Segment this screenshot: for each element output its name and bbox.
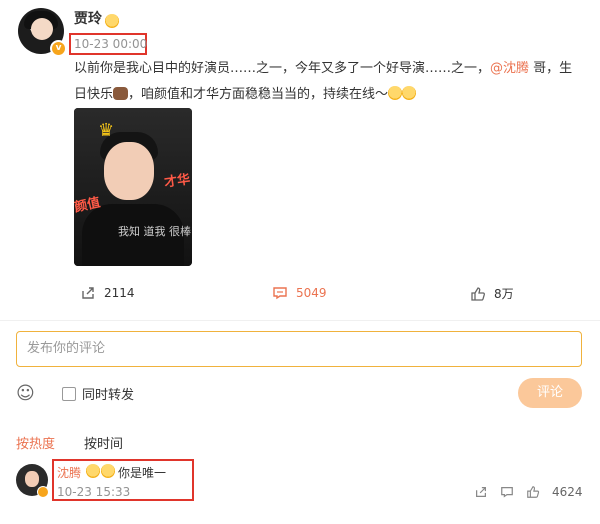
- emoji-picker-icon[interactable]: ☺: [16, 383, 35, 404]
- smile-emoji-icon: [388, 86, 403, 100]
- tab-sort-by-time[interactable]: 按时间: [84, 433, 123, 452]
- share-count: 2114: [104, 286, 135, 300]
- member-badge-icon: [105, 14, 119, 28]
- author-name[interactable]: 贾玲: [74, 8, 102, 28]
- share-button[interactable]: 2114: [80, 285, 135, 301]
- mention-link[interactable]: @沈腾: [490, 61, 529, 76]
- also-repost-checkbox[interactable]: 同时转发: [62, 384, 134, 403]
- thumbs-up-icon: [471, 286, 485, 301]
- comment-count: 5049: [296, 286, 327, 300]
- comment-actions: 4624: [474, 485, 583, 499]
- comment-button[interactable]: 5049: [272, 285, 327, 301]
- share-icon: [82, 287, 94, 299]
- post-image[interactable]: ♛ 颜值 才华 我知 道我 很棒: [74, 108, 192, 266]
- comment-icon[interactable]: [500, 485, 514, 499]
- comment-emojis: [86, 464, 115, 478]
- like-count: 8万: [494, 287, 514, 301]
- comment-input[interactable]: 发布你的评论: [16, 331, 582, 367]
- share-icon[interactable]: [474, 485, 488, 499]
- cake-emoji-icon: [113, 87, 129, 100]
- love-emoji-icon: [101, 464, 115, 478]
- commenter-name[interactable]: 沈腾: [57, 464, 81, 481]
- image-tag-right: 才华: [163, 172, 192, 191]
- comment-like-count: 4624: [552, 485, 583, 499]
- submit-comment-button[interactable]: 评论: [518, 378, 582, 408]
- comment-icon: [273, 287, 287, 300]
- shirt-text: 我知 道我 很棒: [118, 225, 191, 238]
- commenter-verified-badge-icon: [37, 486, 49, 498]
- post-text-part-3: ，咱颜值和才华方面稳稳当当的，持续在线～: [128, 87, 389, 102]
- laugh-emoji-icon: [86, 464, 100, 478]
- thumbs-up-icon[interactable]: [526, 485, 540, 499]
- checkbox-icon[interactable]: [62, 386, 76, 401]
- divider: [0, 320, 600, 321]
- post-timestamp[interactable]: 10-23 00:00: [74, 37, 147, 51]
- tab-sort-by-hot[interactable]: 按热度: [16, 433, 55, 452]
- crown-sticker-icon: ♛: [98, 120, 115, 141]
- also-repost-label: 同时转发: [82, 388, 135, 403]
- like-button[interactable]: 8万: [470, 285, 514, 302]
- post-text-part-1: 以前你是我心目中的好演员……之一，今年又多了一个好导演……之一，: [74, 61, 491, 76]
- smile-emoji-icon: [402, 86, 417, 100]
- post-text: 以前你是我心目中的好演员……之一，今年又多了一个好导演……之一，@沈腾 哥，生日…: [74, 56, 584, 108]
- comment-timestamp: 10-23 15:33: [57, 485, 131, 499]
- comment-text: 你是唯一: [118, 466, 167, 480]
- verified-badge-icon: v: [50, 40, 67, 57]
